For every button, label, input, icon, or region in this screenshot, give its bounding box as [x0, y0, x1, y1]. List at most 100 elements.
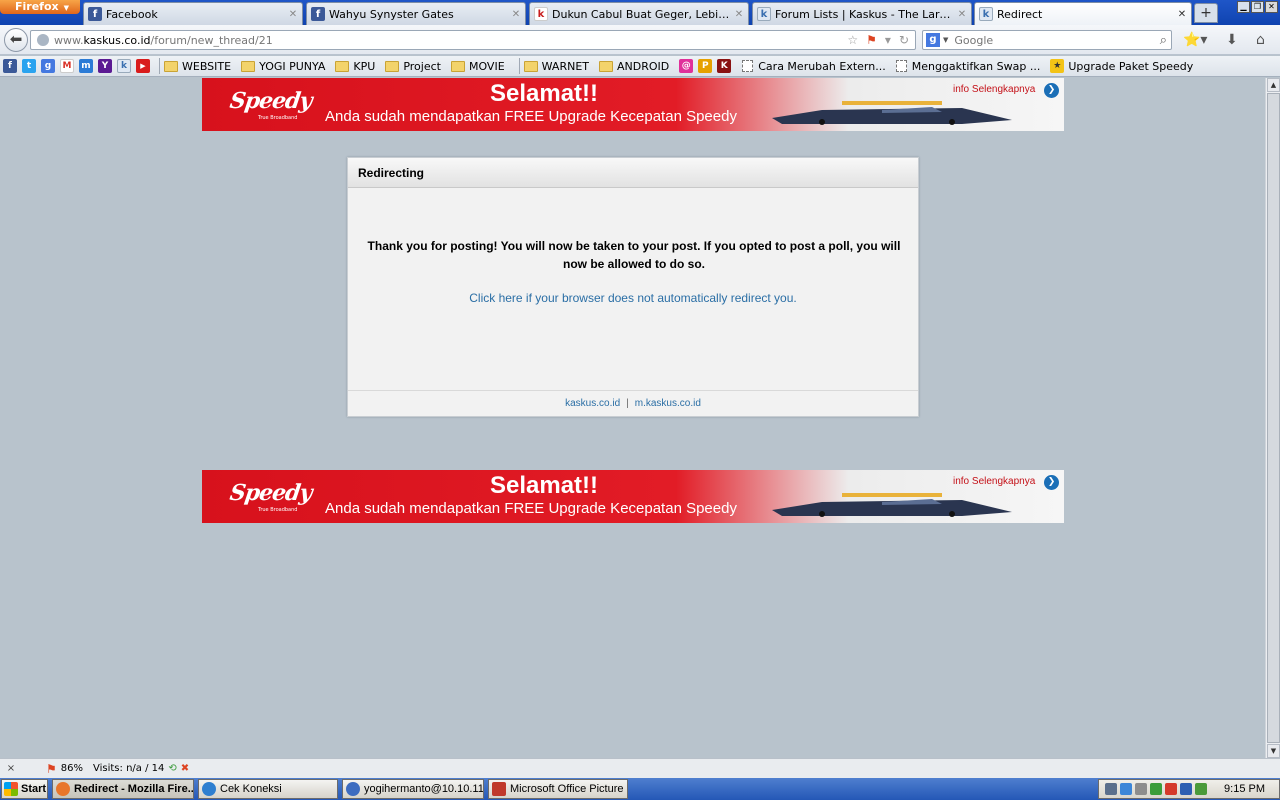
arrow-right-icon[interactable]: ❯ [1044, 475, 1059, 490]
safely-remove-icon[interactable] [1135, 783, 1148, 795]
google-icon[interactable]: g [41, 59, 55, 73]
globe-icon [37, 34, 49, 46]
tab-facebook[interactable]: f Facebook ✕ [83, 2, 303, 25]
windows-taskbar: Start Redirect - Mozilla Fire... Cek Kon… [0, 778, 1280, 800]
redirect-title: Redirecting [348, 158, 918, 188]
close-icon[interactable]: ✕ [955, 9, 969, 20]
k-icon[interactable]: K [717, 59, 732, 73]
bookmarks-menu-icon[interactable]: ⭐▾ [1183, 32, 1207, 48]
bookmark-folder-website[interactable]: WEBSITE [164, 60, 231, 73]
task-cek-koneksi[interactable]: Cek Koneksi [198, 779, 338, 799]
picture-manager-icon [492, 782, 506, 796]
window-controls: ▁ ❐ ✕ [1237, 1, 1278, 13]
banner-info-link[interactable]: info Selengkapnya [953, 84, 1035, 95]
yahoo-icon[interactable]: Y [98, 59, 112, 73]
bookmark-folder-warnet[interactable]: WARNET [523, 60, 589, 73]
firefox-menu-button[interactable]: Firefox ▼ [0, 0, 80, 14]
pink-icon[interactable]: @ [679, 59, 694, 73]
bluetooth-icon[interactable] [1120, 783, 1133, 795]
footer-link-kaskus[interactable]: kaskus.co.id [565, 398, 620, 409]
bookmark-folder-yogi-punya[interactable]: YOGI PUNYA [241, 60, 325, 73]
download-icon[interactable]: ⬇ [1226, 32, 1238, 48]
kaskus-icon[interactable]: k [117, 59, 131, 73]
dropdown-icon[interactable]: ▾ [885, 33, 891, 47]
page-icon [742, 60, 754, 72]
close-icon[interactable]: ✕ [509, 9, 523, 20]
google-icon[interactable]: g [926, 33, 940, 47]
bookmark-folder-android[interactable]: ANDROID [599, 60, 669, 73]
close-addon-bar-icon[interactable]: × [0, 763, 22, 774]
back-button[interactable]: ⬅ [4, 28, 28, 52]
antivirus-icon[interactable] [1180, 783, 1193, 795]
tab-dukun-cabul[interactable]: k Dukun Cabul Buat Geger, Lebih 50 Bocah… [529, 2, 749, 25]
bookmark-separator [159, 58, 160, 74]
scroll-up-icon[interactable]: ▲ [1267, 78, 1280, 92]
search-icon[interactable]: ⌕ [1160, 33, 1167, 48]
close-icon[interactable]: ✕ [286, 9, 300, 20]
bookmark-folder-project[interactable]: Project [385, 60, 441, 73]
redirect-panel: Redirecting Thank you for posting! You w… [347, 157, 919, 417]
folder-label: ANDROID [617, 59, 670, 73]
bookmark-folder-movie[interactable]: MOVIE [450, 60, 505, 73]
pma-icon[interactable]: P [698, 59, 713, 73]
speedy-tagline: True Broadband [258, 115, 298, 121]
messenger-icon[interactable]: m [79, 59, 93, 73]
window-close-icon[interactable]: ✕ [1265, 1, 1278, 13]
minimize-icon[interactable]: ▁ [1237, 1, 1250, 13]
task-redirect-firefox[interactable]: Redirect - Mozilla Fire... [52, 779, 194, 799]
vertical-scrollbar[interactable]: ▲ ▼ [1265, 78, 1280, 758]
new-tab-button[interactable]: + [1194, 3, 1218, 23]
zoom-indicator[interactable]: ⚑ 86% [46, 762, 83, 776]
bookmark-folder-kpu[interactable]: KPU [335, 60, 375, 73]
url-domain: kaskus.co.id [83, 33, 151, 47]
bookmark-cara-merubah[interactable]: Cara Merubah Extern... [742, 60, 886, 73]
reload-icon[interactable]: ↻ [899, 33, 909, 47]
red-x-icon[interactable]: ✖ [181, 763, 189, 774]
tab-redirect[interactable]: k Redirect ✕ [974, 2, 1192, 25]
start-button[interactable]: Start [1, 779, 48, 799]
bookmark-star-icon[interactable]: ☆ [847, 33, 858, 47]
network-icon[interactable] [1105, 783, 1118, 795]
close-icon[interactable]: ✕ [1175, 9, 1189, 20]
folder-icon [450, 60, 465, 72]
engine-dropdown-icon[interactable]: ▼ [943, 36, 948, 44]
speedy-banner-top[interactable]: Speedy True Broadband Selamat!! Anda sud… [202, 78, 1064, 131]
youtube-icon[interactable]: ▶ [136, 59, 150, 73]
twitter-icon[interactable]: t [22, 59, 36, 73]
facebook-icon[interactable]: f [3, 59, 17, 73]
kaskus-icon: k [757, 7, 771, 21]
gmail-icon[interactable]: M [60, 59, 74, 73]
banner-info-link[interactable]: info Selengkapnya [953, 476, 1035, 487]
update-icon[interactable] [1150, 783, 1163, 795]
address-bar[interactable]: www.kaskus.co.id/forum/new_thread/21 ☆ ⚑… [30, 30, 916, 50]
tab-forum-lists[interactable]: k Forum Lists | Kaskus - The Largest Ind… [752, 2, 972, 25]
kompas-icon: k [534, 7, 548, 21]
security-icon[interactable] [1195, 783, 1208, 795]
scrollbar-thumb[interactable] [1267, 93, 1280, 743]
tab-wahyu-synyster-gates[interactable]: f Wahyu Synyster Gates ✕ [306, 2, 526, 25]
home-icon[interactable]: ⌂ [1256, 32, 1265, 48]
search-bar[interactable]: g ▼ ⌕ [922, 30, 1172, 50]
arrow-right-icon[interactable]: ❯ [1044, 83, 1059, 98]
close-icon[interactable]: ✕ [732, 9, 746, 20]
address-bar-icons: ☆ ⚑ ▾ ↻ [847, 33, 909, 47]
volume-icon[interactable] [1165, 783, 1178, 795]
search-input[interactable] [954, 33, 1160, 47]
flag-icon[interactable]: ⚑ [866, 33, 877, 47]
task-label: yogihermanto@10.10.11... [364, 783, 484, 795]
visits-indicator: Visits: n/a / 14 ⟲ ✖ [93, 763, 189, 774]
speedy-banner-bottom[interactable]: Speedy True Broadband Selamat!! Anda sud… [202, 470, 1064, 523]
footer-link-mobile-kaskus[interactable]: m.kaskus.co.id [635, 398, 701, 409]
bookmark-menggaktifkan-swap[interactable]: Menggaktifkan Swap ... [895, 60, 1040, 73]
folder-icon [599, 60, 613, 72]
task-yogihermanto[interactable]: yogihermanto@10.10.11... [342, 779, 484, 799]
clock[interactable]: 9:15 PM [1224, 783, 1265, 795]
address-url[interactable]: www.kaskus.co.id/forum/new_thread/21 [54, 34, 847, 47]
scroll-down-icon[interactable]: ▼ [1267, 744, 1280, 758]
green-status-icon[interactable]: ⟲ [168, 763, 176, 774]
manual-redirect-link[interactable]: Click here if your browser does not auto… [348, 291, 918, 305]
chevron-down-icon: ▼ [63, 4, 69, 12]
restore-icon[interactable]: ❐ [1251, 1, 1264, 13]
bookmark-upgrade-paket-speedy[interactable]: ★ Upgrade Paket Speedy [1050, 59, 1193, 73]
task-office-picture[interactable]: Microsoft Office Picture ... [488, 779, 628, 799]
